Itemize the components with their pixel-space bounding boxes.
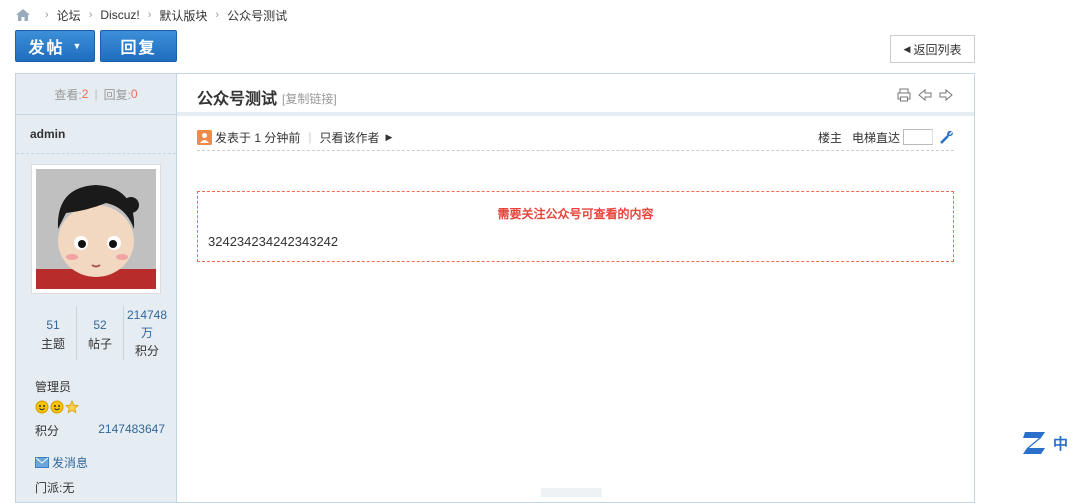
floor-label: 楼主 — [817, 130, 842, 145]
points-count: 214748万 — [126, 308, 168, 340]
go-floor-icon[interactable] — [938, 129, 954, 145]
star-icon — [65, 400, 79, 414]
avatar-image — [36, 169, 156, 289]
post-time: 发表于 1 分钟前 — [215, 130, 301, 145]
author-stat-threads[interactable]: 51 主题 — [30, 306, 77, 360]
author-stat-posts[interactable]: 52 帖子 — [77, 306, 124, 360]
user-group[interactable]: 管理员 — [35, 378, 176, 395]
breadcrumb-separator: › — [215, 9, 220, 21]
posts-count: 52 — [93, 318, 107, 332]
post-meta: 发表于 1 分钟前 | 只看该作者 ▶ 楼主 电梯直达 — [197, 124, 954, 151]
locked-content-box: 需要关注公众号可查看的内容 324234234242343242 — [197, 191, 954, 262]
home-icon[interactable] — [15, 8, 31, 22]
reply-button[interactable]: 回复 — [100, 30, 177, 62]
only-author-link[interactable]: 只看该作者 — [319, 129, 379, 146]
replies-label: 回复: — [103, 87, 131, 102]
sun-icon — [50, 400, 64, 414]
points-row-value[interactable]: 2147483647 — [98, 422, 165, 439]
new-post-button[interactable]: 发帖 ▼ — [15, 30, 95, 62]
views-label: 查看: — [54, 87, 82, 102]
author-sidebar: 查看: 2 | 回复: 0 admin 51 主题 52 帖子 214748万 … — [16, 74, 177, 502]
caret-left-icon: ◀ — [903, 43, 911, 54]
threads-count: 51 — [46, 318, 60, 332]
breadcrumb-default-board[interactable]: 默认版块 — [159, 7, 207, 24]
next-thread-icon[interactable] — [938, 87, 954, 103]
points-label: 积分 — [134, 344, 159, 358]
threads-label: 主题 — [40, 337, 65, 351]
online-user-icon — [197, 129, 212, 145]
prev-thread-icon[interactable] — [917, 87, 933, 103]
caret-down-icon: ▼ — [72, 41, 82, 51]
views-count: 2 — [81, 87, 89, 101]
envelope-icon — [35, 457, 49, 468]
breadcrumb-separator: › — [45, 9, 49, 21]
sun-icon — [35, 400, 49, 414]
avatar[interactable] — [31, 164, 161, 294]
follow-notice: 需要关注公众号可查看的内容 — [497, 207, 654, 221]
breadcrumb-separator: › — [147, 9, 152, 21]
post-main: 公众号测试 [复制链接] 发表于 1 分钟前 | 只看该作者 ▶ 楼主 电梯直达 — [177, 74, 974, 502]
meta-divider: | — [308, 130, 312, 144]
sect-info: 门派:无 — [35, 481, 75, 495]
send-message-label: 发消息 — [52, 456, 89, 470]
breadcrumb-separator: › — [88, 9, 93, 21]
points-row-label: 积分 — [35, 424, 60, 438]
replies-count: 0 — [130, 87, 138, 101]
ime-logo-icon — [1023, 432, 1045, 454]
title-tools — [896, 87, 954, 103]
breadcrumb-discuz[interactable]: Discuz! — [100, 8, 139, 22]
new-post-label: 发帖 — [28, 40, 65, 57]
thread-stats: 查看: 2 | 回复: 0 — [16, 74, 176, 115]
back-to-list-label: 返回列表 — [913, 42, 962, 57]
points-row: 积分 2147483647 — [35, 422, 165, 439]
caret-right-icon: ▶ — [385, 131, 393, 142]
input-method-widget[interactable]: 中 — [1021, 428, 1089, 458]
floor-input[interactable] — [903, 129, 933, 145]
post-container: 查看: 2 | 回复: 0 admin 51 主题 52 帖子 214748万 … — [15, 73, 975, 503]
rank-icons — [35, 400, 176, 414]
print-icon[interactable] — [896, 87, 912, 103]
copy-link[interactable]: [复制链接] — [282, 90, 337, 107]
stats-divider: | — [94, 87, 98, 101]
send-message-link[interactable]: 发消息 — [35, 454, 176, 471]
reply-label: 回复 — [120, 40, 157, 57]
floor-controls: 楼主 电梯直达 — [818, 129, 954, 146]
breadcrumb-forum[interactable]: 论坛 — [57, 7, 81, 24]
breadcrumb-current[interactable]: 公众号测试 — [227, 7, 287, 24]
author-stats: 51 主题 52 帖子 214748万 积分 — [30, 306, 170, 360]
jump-label: 电梯直达 — [851, 130, 900, 145]
post-title: 公众号测试 — [197, 91, 278, 108]
posts-label: 帖子 — [87, 337, 112, 351]
bottom-stub — [541, 488, 602, 497]
ime-label: 中 — [1053, 435, 1069, 453]
author-name[interactable]: admin — [16, 115, 176, 154]
post-body: 324234234242343242 — [208, 234, 339, 249]
author-stat-points[interactable]: 214748万 积分 — [124, 306, 170, 360]
breadcrumb: › 论坛 › Discuz! › 默认版块 › 公众号测试 — [15, 5, 287, 25]
back-to-list-button[interactable]: ◀ 返回列表 — [890, 35, 975, 63]
title-bar: 公众号测试 [复制链接] — [177, 74, 974, 116]
